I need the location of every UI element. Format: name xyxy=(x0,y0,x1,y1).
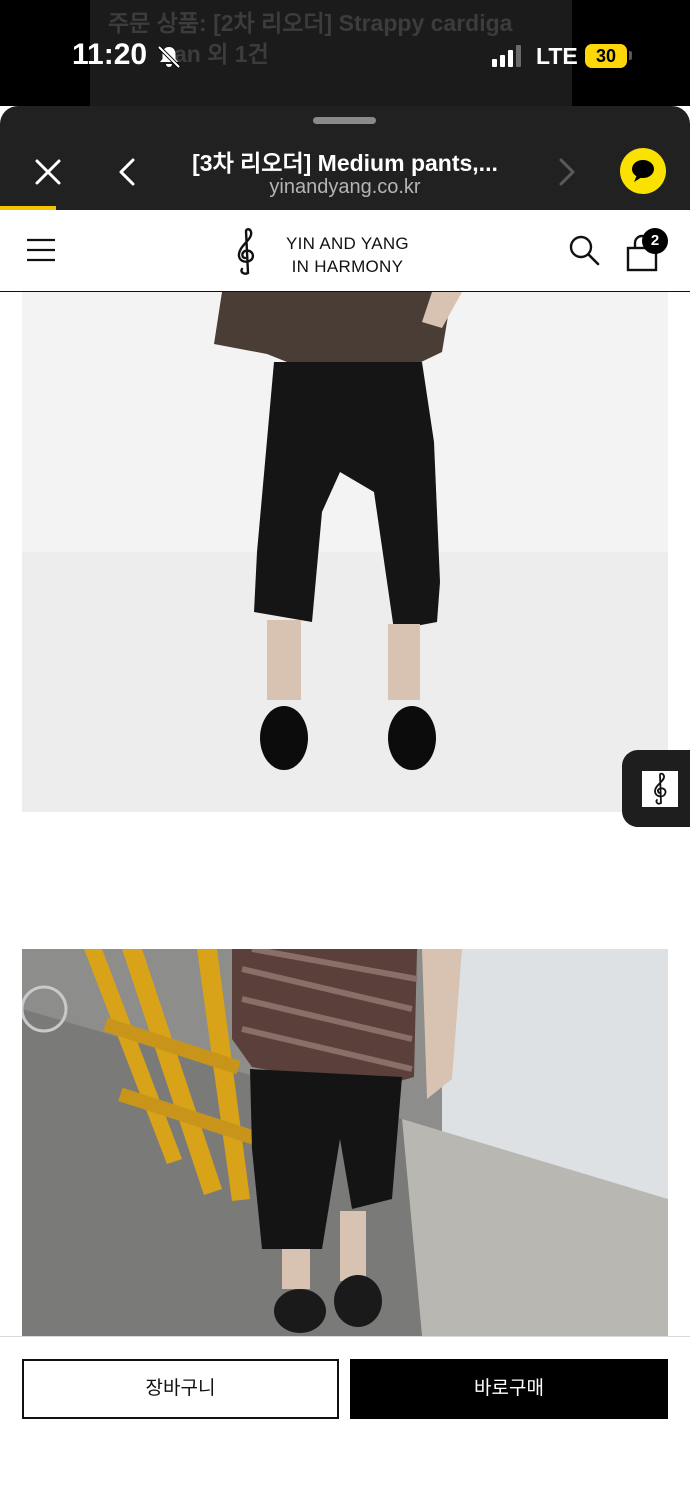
site-header: YIN AND YANG IN HARMONY xyxy=(0,210,690,292)
browser-sheet-header: [3차 리오더] Medium pants,... yinandyang.co.… xyxy=(0,106,690,210)
cart-count-badge: 2 xyxy=(642,228,668,254)
signal-icon xyxy=(492,45,521,67)
buy-now-button[interactable]: 바로구매 xyxy=(350,1359,668,1419)
network-label: LTE xyxy=(536,43,578,69)
hamburger-menu-icon[interactable] xyxy=(26,236,56,264)
status-bar: 주문 상품: [2차 리오더] Strappy cardiga an 외 1건 … xyxy=(0,0,690,106)
status-time: 11:20 xyxy=(72,38,148,71)
chat-bubble-icon xyxy=(632,160,654,182)
forward-icon[interactable] xyxy=(548,152,584,192)
page-title: [3차 리오더] Medium pants,... xyxy=(192,150,498,176)
floating-logo-box xyxy=(642,771,678,807)
floating-brand-button[interactable] xyxy=(622,750,690,827)
product-photo-2[interactable] xyxy=(22,949,668,1336)
add-to-cart-button[interactable]: 장바구니 xyxy=(22,1359,339,1419)
notification-line-1: 주문 상품: [2차 리오더] Strappy cardiga xyxy=(108,10,513,36)
back-icon[interactable] xyxy=(110,152,146,192)
sheet-grabber[interactable] xyxy=(313,117,376,124)
search-icon[interactable] xyxy=(566,232,602,268)
close-icon[interactable] xyxy=(28,152,68,192)
brand-logo-text[interactable]: YIN AND YANG IN HARMONY xyxy=(286,232,409,278)
bottom-action-bar: 장바구니 바로구매 xyxy=(0,1336,690,1500)
bell-off-icon xyxy=(157,45,181,69)
logo-line-2: IN HARMONY xyxy=(291,257,404,276)
talk-button[interactable] xyxy=(620,148,666,194)
treble-clef-icon xyxy=(654,772,667,805)
product-photo-2-image xyxy=(22,949,668,1336)
treble-clef-logo-icon[interactable] xyxy=(226,227,266,277)
battery-tip xyxy=(629,51,632,60)
page-url[interactable]: yinandyang.co.kr xyxy=(170,176,520,199)
logo-line-1: YIN AND YANG xyxy=(286,234,409,253)
product-photo-1-image xyxy=(22,292,668,812)
battery-level: 30 xyxy=(585,44,627,68)
product-photo-1[interactable] xyxy=(22,292,668,812)
